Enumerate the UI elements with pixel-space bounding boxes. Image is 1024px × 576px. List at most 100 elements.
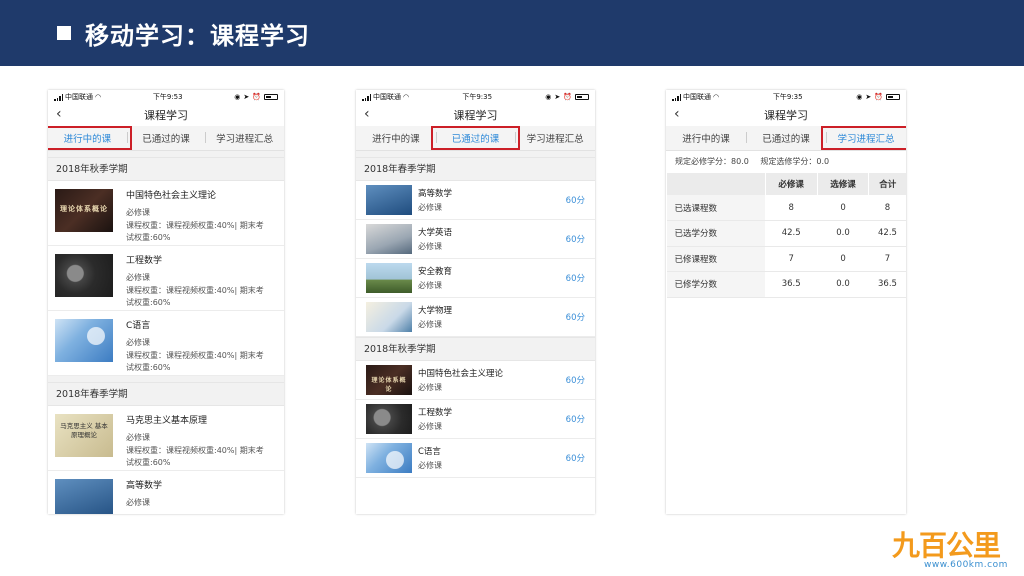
section-header: 2018年秋季学期 [356, 337, 595, 361]
course-type: 必修课 [126, 208, 150, 217]
back-chevron-icon[interactable]: ‹ [56, 106, 62, 122]
course-thumbnail [366, 404, 412, 434]
clock: 下午9:35 [772, 93, 803, 101]
wifi-icon: ◠ [713, 93, 720, 101]
phone-screen-in-progress: 中国联通 ◠ 下午9:53 ◉ ➤ ⏰ ‹ 课程学习 进行中的课 已通过的课 学习进程… [48, 90, 284, 514]
column-header: 必修课 [764, 173, 818, 195]
course-type: 必修课 [418, 461, 442, 470]
course-name: 中国特色社会主义理论 [418, 369, 504, 379]
elective-credits: 规定选修学分：0.0 [760, 157, 830, 166]
battery-icon [574, 94, 589, 100]
course-score: 60分 [565, 235, 585, 245]
wifi-icon: ◠ [95, 93, 102, 101]
course-thumbnail [366, 263, 412, 293]
course-weight-cont: 试权重:60% [126, 458, 171, 467]
tab-in-progress[interactable]: 进行中的课 [48, 126, 132, 150]
course-weight: 课程权重：课程视频权重:40%| 期末考 [126, 350, 264, 360]
section-header: 2018年春季学期 [356, 157, 595, 181]
course-weight: 课程权重：课程视频权重:40%| 期末考 [126, 285, 264, 295]
table-cell: 0.0 [817, 220, 869, 247]
section-header: 2018年春季学期 [48, 382, 284, 406]
progress-table: 必修课 选修课 合计 已选课程数 8 0 8 已选学分数 42.5 0.0 42… [666, 173, 906, 298]
course-weight: 课程权重：课程视频权重:40%| 期末考 [126, 445, 264, 455]
alarm-icon: ⏰ [252, 93, 261, 101]
signal-icon [362, 93, 371, 101]
course-score: 60分 [565, 274, 585, 284]
signal-icon [672, 93, 681, 101]
back-chevron-icon[interactable]: ‹ [674, 106, 680, 122]
brand-logo: 九百公里 www.600km.com [892, 524, 1017, 572]
tab-passed[interactable]: 已通过的课 [126, 131, 206, 145]
course-thumbnail [366, 185, 412, 215]
logo-text: 九百公里 [892, 529, 1001, 562]
table-cell: 42.5 [765, 220, 818, 247]
course-item[interactable]: C语言 必修课 课程权重：课程视频权重:40%| 期末考 试权重:60% [48, 311, 284, 376]
passed-course-item[interactable]: 大学物理 必修课 60分 [356, 298, 595, 337]
alarm-icon: ⏰ [874, 93, 883, 101]
section-header: 2018年秋季学期 [48, 157, 284, 181]
tab-progress-summary[interactable]: 学习进程汇总 [821, 126, 906, 150]
course-thumbnail [366, 302, 412, 332]
passed-course-item[interactable]: 大学英语 必修课 60分 [356, 220, 595, 259]
course-item[interactable]: 马克思主义 基本原理概论 马克思主义基本原理 必修课 课程权重：课程视频权重:4… [48, 406, 284, 471]
course-item[interactable]: 工程数学 必修课 课程权重：课程视频权重:40%| 期末考 试权重:60% [48, 246, 284, 311]
course-type: 必修课 [418, 422, 442, 431]
course-type: 必修课 [418, 320, 442, 329]
carrier-label: 中国联通 [683, 93, 711, 101]
course-weight-cont: 试权重:60% [126, 298, 171, 307]
course-weight-cont: 试权重:60% [126, 363, 171, 372]
tab-in-progress[interactable]: 进行中的课 [666, 131, 746, 145]
table-row: 已选课程数 8 0 8 [666, 195, 906, 221]
clock: 下午9:53 [152, 93, 183, 101]
course-name: C语言 [418, 447, 441, 457]
course-type: 必修课 [418, 383, 442, 392]
passed-course-item[interactable]: 高等数学 必修课 60分 [356, 181, 595, 220]
course-type: 必修课 [126, 498, 150, 507]
lock-icon: ◉ [234, 93, 241, 101]
tab-in-progress[interactable]: 进行中的课 [356, 131, 436, 145]
course-name: 安全教育 [418, 267, 453, 277]
phone-screen-summary: 中国联通 ◠ 下午9:35 ◉ ➤ ⏰ ‹ 课程学习 进行中的课 已通过的课 学习进程… [666, 90, 906, 514]
tab-progress-summary[interactable]: 学习进程汇总 [515, 131, 595, 145]
column-header: 合计 [868, 173, 906, 195]
table-cell: 0 [817, 195, 869, 221]
course-weight: 课程权重：课程视频权重:40%| 期末考 [126, 220, 264, 230]
row-label: 已修学分数 [666, 271, 766, 298]
row-label: 已选学分数 [666, 220, 766, 247]
passed-course-item[interactable]: 安全教育必修课 60分 [356, 259, 595, 298]
course-name: 中国特色社会主义理论 [126, 191, 217, 201]
location-icon: ➤ [865, 93, 872, 101]
course-thumbnail [366, 224, 412, 254]
passed-course-item[interactable]: 理论体系概论 中国特色社会主义理论 必修课 60分 [356, 361, 595, 400]
course-item[interactable]: 高等数学 必修课 [48, 471, 284, 514]
nav-title: 课程学习 [453, 109, 498, 122]
course-name: 大学英语 [418, 228, 453, 238]
location-icon: ➤ [243, 93, 250, 101]
course-score: 60分 [565, 196, 585, 206]
back-chevron-icon[interactable]: ‹ [364, 106, 370, 122]
course-type: 必修课 [418, 281, 442, 290]
status-bar: 中国联通 ◠ 下午9:35 ◉ ➤ ⏰ [666, 90, 906, 104]
course-score: 60分 [565, 376, 585, 386]
tab-progress-summary[interactable]: 学习进程汇总 [205, 131, 284, 145]
passed-course-item[interactable]: C语言 必修课 60分 [356, 439, 595, 478]
table-cell: 36.5 [765, 271, 818, 298]
course-item[interactable]: 理论体系概论 中国特色社会主义理论 必修课 课程权重：课程视频权重:40%| 期… [48, 181, 284, 246]
course-name: 高等数学 [126, 481, 163, 491]
nav-title: 课程学习 [144, 109, 188, 122]
nav-bar: ‹ 课程学习 [48, 104, 284, 126]
table-cell: 0.0 [817, 271, 869, 298]
course-name: 工程数学 [418, 408, 453, 418]
tab-passed[interactable]: 已通过的课 [746, 131, 826, 145]
battery-icon [263, 94, 278, 100]
table-cell: 42.5 [868, 220, 906, 247]
tab-bar: 进行中的课 已通过的课 学习进程汇总 [48, 126, 284, 151]
tab-passed[interactable]: 已通过的课 [430, 126, 521, 150]
status-bar: 中国联通 ◠ 下午9:35 ◉ ➤ ⏰ [356, 90, 595, 104]
column-header [666, 173, 766, 195]
course-type: 必修课 [126, 273, 150, 282]
course-score: 60分 [565, 415, 585, 425]
passed-course-item[interactable]: 工程数学必修课 60分 [356, 400, 595, 439]
course-name: 高等数学 [418, 189, 453, 199]
nav-bar: ‹ 课程学习 [666, 104, 906, 126]
